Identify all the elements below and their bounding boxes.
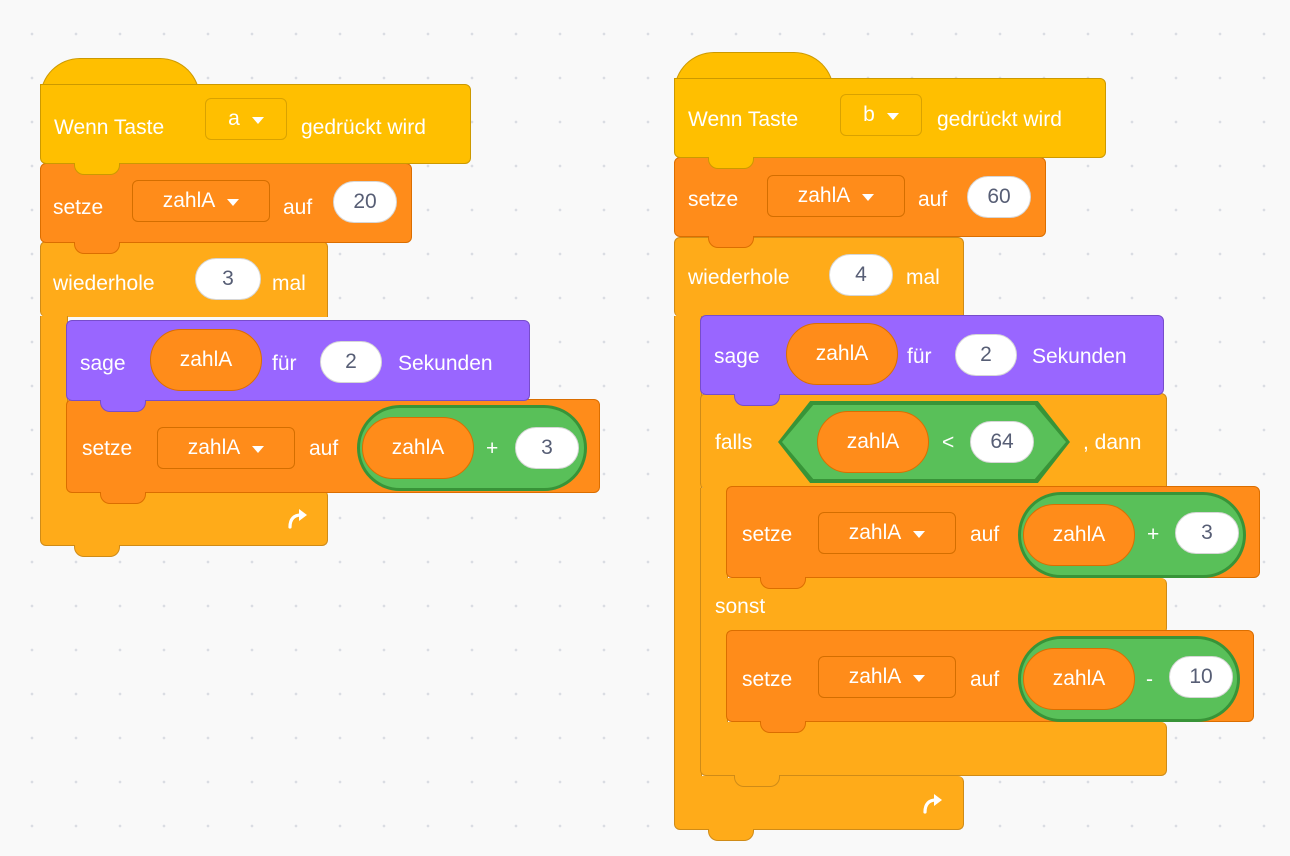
set-block-notch xyxy=(760,577,806,589)
comparison-input[interactable]: 64 xyxy=(970,421,1034,463)
key-dropdown[interactable]: a xyxy=(205,98,287,140)
repeat-times-label: mal xyxy=(906,266,940,289)
hat-block-notch xyxy=(708,157,754,169)
set-label: setze xyxy=(742,668,793,691)
code-workspace[interactable]: wiederhole 3 mal setze zahlA auf zahlA +… xyxy=(0,0,1290,856)
variable-dropdown-value: zahlA xyxy=(848,521,902,544)
value-input[interactable]: 60 xyxy=(967,176,1031,218)
to-label: auf xyxy=(283,196,313,219)
repeat-label: wiederhole xyxy=(688,266,790,289)
set-label: setze xyxy=(53,196,104,219)
variable-dropdown-value: zahlA xyxy=(187,436,241,459)
loop-arrow-icon xyxy=(923,794,942,814)
repeat-count-input[interactable]: 3 xyxy=(195,258,261,300)
variable-reporter[interactable]: zahlA xyxy=(1023,504,1135,566)
repeat-bottom-notch xyxy=(708,829,754,841)
for-label: für xyxy=(907,345,932,368)
variable-dropdown-value: zahlA xyxy=(162,189,216,212)
if-label: falls xyxy=(715,431,753,454)
seconds-input[interactable]: 2 xyxy=(320,341,382,383)
seconds-input[interactable]: 2 xyxy=(955,334,1017,376)
to-label: auf xyxy=(918,188,948,211)
key-dropdown-value: b xyxy=(863,103,875,126)
variable-dropdown[interactable]: zahlA xyxy=(132,180,270,222)
pressed-label: gedrückt wird xyxy=(937,108,1062,131)
seconds-label: Sekunden xyxy=(398,352,493,375)
chevron-down-icon xyxy=(227,198,240,206)
set-block-notch xyxy=(708,236,754,248)
set-block-notch xyxy=(100,492,146,504)
say-block-notch xyxy=(100,400,146,412)
chevron-down-icon xyxy=(913,530,926,538)
variable-dropdown[interactable]: zahlA xyxy=(818,512,956,554)
set-label: setze xyxy=(742,523,793,546)
plus-operator: + xyxy=(486,437,499,460)
variable-dropdown[interactable]: zahlA xyxy=(818,656,956,698)
repeat-bottom-notch xyxy=(74,545,120,557)
then-label: , dann xyxy=(1083,431,1142,454)
repeat-label: wiederhole xyxy=(53,272,155,295)
operand-input[interactable]: 3 xyxy=(515,427,579,469)
operand-input[interactable]: 3 xyxy=(1175,512,1239,554)
if-spine-upper[interactable] xyxy=(700,488,728,580)
say-block-notch xyxy=(734,394,780,406)
variable-dropdown-value: zahlA xyxy=(848,665,902,688)
chevron-down-icon xyxy=(913,674,926,682)
hat-block-notch xyxy=(74,163,120,175)
if-bottom-notch xyxy=(734,775,780,787)
if-spine-lower[interactable] xyxy=(700,632,728,724)
set-label: setze xyxy=(688,188,739,211)
key-dropdown-value: a xyxy=(228,107,240,130)
set-block-notch xyxy=(74,242,120,254)
repeat-count-input[interactable]: 4 xyxy=(829,254,893,296)
operand-input[interactable]: 10 xyxy=(1169,656,1233,698)
chevron-down-icon xyxy=(252,445,265,453)
loop-arrow-icon xyxy=(288,509,307,529)
repeat-times-label: mal xyxy=(272,272,306,295)
seconds-label: Sekunden xyxy=(1032,345,1127,368)
chevron-down-icon xyxy=(251,116,264,124)
variable-reporter[interactable]: zahlA xyxy=(1023,648,1135,710)
say-label: sage xyxy=(80,352,126,375)
plus-operator: + xyxy=(1147,523,1160,546)
pressed-label: gedrückt wird xyxy=(301,116,426,139)
set-block-notch xyxy=(760,721,806,733)
variable-dropdown-value: zahlA xyxy=(797,184,851,207)
variable-dropdown[interactable]: zahlA xyxy=(767,175,905,217)
set-label: setze xyxy=(82,437,133,460)
say-label: sage xyxy=(714,345,760,368)
variable-reporter[interactable]: zahlA xyxy=(150,329,262,391)
else-label: sonst xyxy=(715,595,766,618)
when-key-label: Wenn Taste xyxy=(688,108,799,131)
chevron-down-icon xyxy=(862,193,875,201)
repeat-spine[interactable] xyxy=(40,316,68,492)
variable-reporter[interactable]: zahlA xyxy=(362,417,474,479)
less-than-operator: < xyxy=(942,431,955,454)
repeat-spine[interactable] xyxy=(674,316,702,778)
key-dropdown[interactable]: b xyxy=(840,94,922,136)
variable-dropdown[interactable]: zahlA xyxy=(157,427,295,469)
chevron-down-icon xyxy=(886,112,899,120)
variable-reporter[interactable]: zahlA xyxy=(786,323,898,385)
variable-reporter[interactable]: zahlA xyxy=(817,411,929,473)
minus-operator: - xyxy=(1146,668,1153,691)
when-key-label: Wenn Taste xyxy=(54,116,165,139)
to-label: auf xyxy=(309,437,339,460)
to-label: auf xyxy=(970,668,1000,691)
value-input[interactable]: 20 xyxy=(333,181,397,223)
to-label: auf xyxy=(970,523,1000,546)
for-label: für xyxy=(272,352,297,375)
